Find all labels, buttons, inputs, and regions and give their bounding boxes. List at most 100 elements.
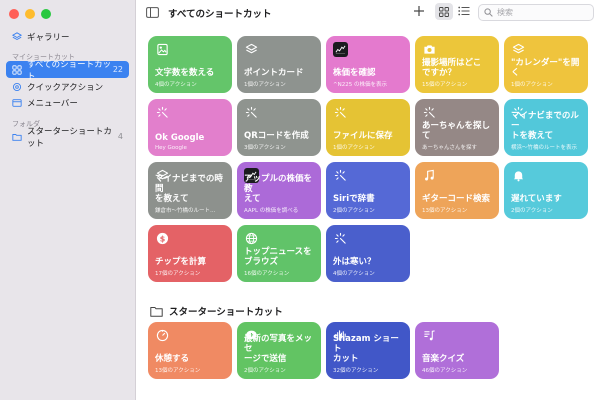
tile-subtitle: 16個のアクション: [244, 271, 290, 277]
menubar-icon: [12, 98, 22, 107]
shortcut-tile[interactable]: マイナビまでの時間 を教えて鎌倉市〜竹橋のルート…: [148, 162, 232, 219]
shortcut-tile[interactable]: QRコードを作成 3個のアクション: [237, 99, 321, 156]
tile-subtitle: 1個のアクション: [511, 82, 553, 88]
shortcut-tile[interactable]: 外は寒い？ 4個のアクション: [326, 225, 410, 282]
sidebar-item-gallery[interactable]: ギャラリー: [6, 28, 129, 45]
tile-text: ギターコード検索 13個のアクション: [422, 194, 494, 214]
tile-text: マイナビまでのルー トを教えて横浜〜竹橋のルートを表示: [511, 111, 583, 151]
shortcut-tile[interactable]: 休憩する 13個のアクション: [148, 322, 232, 379]
tile-title: チップを計算: [155, 256, 207, 267]
close-window-button[interactable]: [9, 9, 19, 19]
tile-subtitle: 15個のアクション: [422, 82, 468, 88]
tile-title: マイナビまでの時間 を教えて: [155, 173, 223, 204]
shortcut-tile[interactable]: トップニュースを ブラウズ 16個のアクション: [237, 225, 321, 282]
tile-title: あーちゃんを探して: [422, 120, 491, 141]
tile-text: Ok Google Hey Google: [155, 133, 227, 151]
camera-icon: [422, 42, 436, 56]
sidebar-item-label: スターターショートカット: [27, 126, 112, 149]
tile-title: 外は寒い？: [333, 256, 376, 267]
starter-section-header: スターターショートカット: [150, 304, 283, 318]
sparkle-icon: [333, 168, 347, 182]
shortcut-tile[interactable]: 音楽クイズ 46個のアクション: [415, 322, 499, 379]
tile-subtitle: 4個のアクション: [155, 82, 197, 88]
music-list-icon: [422, 328, 436, 342]
tile-text: 株価を確認 ^N225 の株価を表示: [333, 68, 405, 88]
tile-text: QRコードを作成 3個のアクション: [244, 131, 316, 151]
shortcut-tile[interactable]: ファイルに保存 1個のアクション: [326, 99, 410, 156]
shortcut-tile[interactable]: 文字数を数える 4個のアクション: [148, 36, 232, 93]
tile-title: アップルの株価を教 えて: [244, 173, 313, 204]
shortcut-tile[interactable]: Ok Google Hey Google: [148, 99, 232, 156]
tile-subtitle: 1個のアクション: [244, 82, 286, 88]
shortcut-tile[interactable]: あーちゃんを探して あーちゃんさんを探す: [415, 99, 499, 156]
sidebar-item-menubar[interactable]: メニューバー: [6, 94, 129, 111]
tile-title: ギターコード検索: [422, 193, 491, 204]
tile-text: ポイントカード 1個のアクション: [244, 68, 316, 88]
shortcut-tile[interactable]: "カレンダー"を開く 1個のアクション: [504, 36, 588, 93]
tile-title: トップニュースを ブラウズ: [244, 246, 312, 267]
tile-subtitle: 鎌倉市〜竹橋のルート…: [155, 208, 216, 214]
shortcut-tile[interactable]: 撮影場所はどこ ですか？ 15個のアクション: [415, 36, 499, 93]
tile-subtitle: 4個のアクション: [333, 271, 375, 277]
folder-icon: [150, 306, 163, 317]
minimize-window-button[interactable]: [25, 9, 35, 19]
tile-title: Siriで辞書: [333, 193, 375, 204]
layers-icon: [511, 42, 525, 56]
search-field[interactable]: 検索: [478, 4, 594, 21]
tile-text: Siriで辞書 2個のアクション: [333, 194, 405, 214]
shortcut-tile[interactable]: 株価を確認 ^N225 の株価を表示: [326, 36, 410, 93]
svg-text:$: $: [159, 234, 164, 243]
sidebar-item-label: ギャラリー: [27, 32, 70, 43]
photo-icon: [155, 42, 169, 56]
list-view-button[interactable]: [457, 4, 471, 18]
sidebar-item-quick-actions[interactable]: クイックアクション: [6, 78, 129, 95]
sidebar-item-label: クイックアクション: [27, 82, 104, 93]
timer-icon: [155, 328, 169, 342]
shortcut-tile[interactable]: 最新の写真をメッセ ージで送信 2個のアクション: [237, 322, 321, 379]
tile-title: Ok Google: [155, 132, 205, 143]
tile-text: 遅れています 2個のアクション: [511, 194, 583, 214]
tile-title: 遅れています: [511, 193, 562, 204]
tile-text: 最新の写真をメッセ ージで送信 2個のアクション: [244, 334, 316, 374]
shortcut-tile[interactable]: ポイントカード 1個のアクション: [237, 36, 321, 93]
shortcut-tile[interactable]: ギターコード検索 13個のアクション: [415, 162, 499, 219]
section-title: スターターショートカット: [169, 307, 283, 318]
shortcut-tile[interactable]: Shazam ショート カット 32個のアクション: [326, 322, 410, 379]
search-placeholder: 検索: [497, 8, 513, 17]
grid-view-button[interactable]: [435, 3, 453, 20]
grid-icon: [12, 64, 22, 75]
shortcut-tile[interactable]: Siriで辞書 2個のアクション: [326, 162, 410, 219]
tile-title: 撮影場所はどこ ですか？: [422, 57, 482, 78]
music-note-icon: [422, 168, 436, 182]
tile-text: 休憩する 13個のアクション: [155, 354, 227, 374]
sparkle-icon: [155, 105, 169, 119]
sidebar-toggle-icon[interactable]: [146, 7, 159, 18]
tile-text: 文字数を数える 4個のアクション: [155, 68, 227, 88]
sidebar-item-label: メニューバー: [27, 98, 78, 109]
tile-title: 休憩する: [155, 353, 190, 364]
tile-title: マイナビまでのルー トを教えて: [511, 110, 579, 141]
shortcut-tile[interactable]: $ チップを計算 17個のアクション: [148, 225, 232, 282]
add-shortcut-button[interactable]: [413, 5, 425, 17]
stocks-app-icon: [333, 42, 348, 57]
tile-text: ファイルに保存 1個のアクション: [333, 131, 405, 151]
folder-icon: [12, 133, 22, 141]
zoom-window-button[interactable]: [41, 9, 51, 19]
tile-subtitle: 32個のアクション: [333, 368, 379, 374]
shortcut-tile[interactable]: マイナビまでのルー トを教えて横浜〜竹橋のルートを表示: [504, 99, 588, 156]
sidebar-item-all-shortcuts[interactable]: すべてのショートカット 22: [6, 60, 129, 82]
tile-subtitle: ^N225 の株価を表示: [333, 82, 387, 88]
tile-text: 音楽クイズ 46個のアクション: [422, 354, 494, 374]
gear-icon: [12, 82, 22, 91]
tile-subtitle: 横浜〜竹橋のルートを表示: [511, 145, 578, 151]
tile-title: Shazam ショート カット: [333, 333, 399, 364]
shortcut-tile[interactable]: 遅れています 2個のアクション: [504, 162, 588, 219]
tile-text: Shazam ショート カット 32個のアクション: [333, 334, 405, 374]
tile-subtitle: Hey Google: [155, 145, 187, 151]
sidebar-item-starter-folder[interactable]: スターターショートカット 4: [6, 127, 129, 149]
shortcut-count: 22: [112, 65, 123, 74]
tile-subtitle: 2個のアクション: [244, 368, 286, 374]
tile-subtitle: 13個のアクション: [155, 368, 201, 374]
shortcut-tile[interactable]: アップルの株価を教 えて AAPL の株価を調べる: [237, 162, 321, 219]
tile-text: 外は寒い？ 4個のアクション: [333, 257, 405, 277]
